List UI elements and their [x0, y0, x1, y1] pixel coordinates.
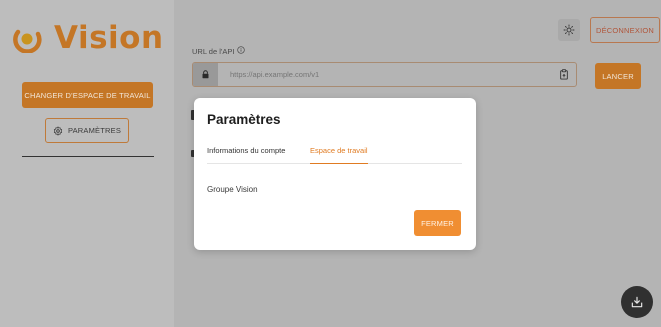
download-tray-button[interactable]	[621, 286, 653, 318]
api-url-label-text: URL de l'API	[192, 46, 235, 56]
close-button[interactable]: FERMER	[414, 210, 461, 236]
launch-button[interactable]: LANCER	[595, 63, 641, 89]
api-url-label: URL de l'API	[192, 46, 246, 56]
lock-icon	[193, 63, 218, 86]
modal-tabs: Informations du compte Espace de travail	[207, 146, 462, 164]
settings-button-label: PARAMÈTRES	[67, 126, 122, 135]
sidebar-divider	[22, 156, 154, 157]
api-url-input[interactable]	[218, 70, 552, 79]
app-logo: Vision	[12, 20, 164, 56]
clipboard-icon[interactable]	[552, 69, 576, 80]
change-workspace-button[interactable]: CHANGER D'ESPACE DE TRAVAIL	[22, 82, 153, 108]
sun-icon	[563, 24, 575, 36]
settings-modal: Paramètres Informations du compte Espace…	[194, 98, 476, 250]
logo-text: Vision	[54, 20, 164, 56]
logo-mark-icon	[12, 23, 42, 54]
tab-workspace[interactable]: Espace de travail	[310, 146, 368, 164]
tab-account-info[interactable]: Informations du compte	[207, 146, 285, 164]
info-icon[interactable]	[237, 46, 246, 56]
gear-icon	[53, 126, 63, 135]
workspace-name: Groupe Vision	[207, 185, 258, 194]
download-tray-icon	[631, 296, 643, 308]
theme-toggle-button[interactable]	[558, 19, 580, 41]
logout-button[interactable]: DÉCONNEXION	[590, 17, 660, 43]
modal-title: Paramètres	[207, 112, 281, 127]
settings-button[interactable]: PARAMÈTRES	[45, 118, 129, 143]
sidebar: Vision CHANGER D'ESPACE DE TRAVAIL PARAM…	[0, 0, 174, 327]
api-url-field	[192, 62, 577, 87]
